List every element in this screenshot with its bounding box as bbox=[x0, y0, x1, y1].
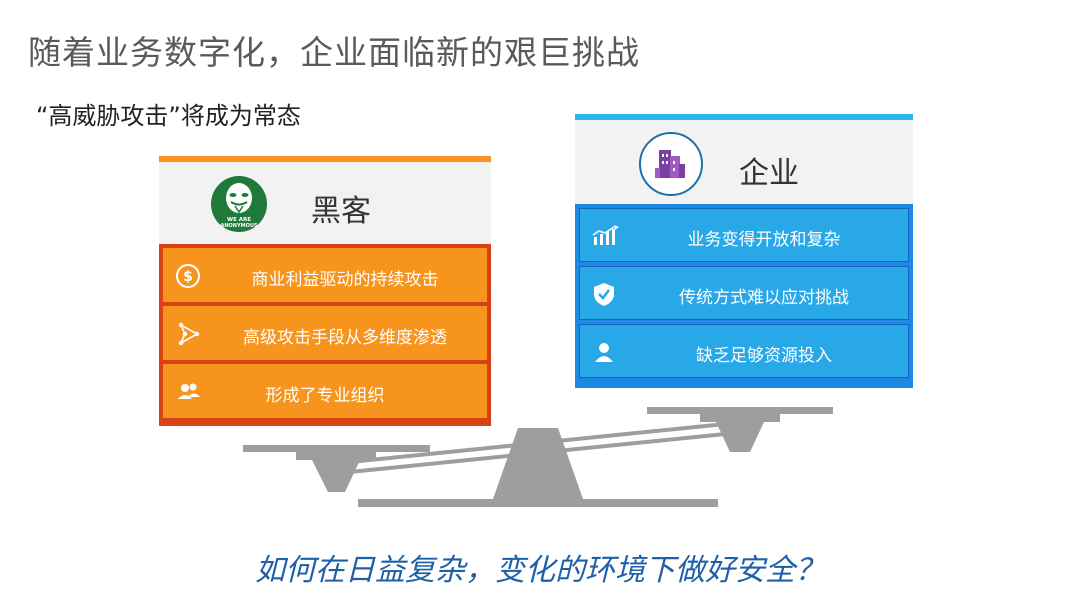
enterprise-item: 传统方式难以应对挑战 bbox=[579, 266, 909, 320]
enterprise-item-label: 传统方式难以应对挑战 bbox=[679, 288, 849, 308]
hacker-item-label: 高级攻击手段从多维度渗透 bbox=[243, 328, 447, 348]
enterprise-item-label: 业务变得开放和复杂 bbox=[687, 230, 841, 250]
hacker-item-label: 商业利益驱动的持续攻击 bbox=[251, 270, 439, 290]
enterprise-list: 业务变得开放和复杂 传统方式难以应对挑战 缺乏足够资源投入 bbox=[575, 204, 913, 388]
anonymous-mask-icon: WE ARE ANONYMOUS bbox=[211, 176, 267, 232]
right-pan-weight bbox=[716, 422, 764, 452]
hacker-title: 黑客 bbox=[311, 194, 371, 229]
hacker-item-label: 形成了专业组织 bbox=[265, 386, 385, 406]
left-pan-top bbox=[243, 445, 430, 452]
hacker-item: 形成了专业组织 bbox=[163, 364, 487, 418]
hacker-item: $ 商业利益驱动的持续攻击 bbox=[163, 248, 487, 302]
enterprise-title: 企业 bbox=[739, 156, 799, 191]
hacker-header: WE ARE ANONYMOUS 黑客 bbox=[159, 162, 491, 244]
left-pan-weight bbox=[312, 460, 360, 492]
person-icon bbox=[590, 339, 618, 365]
scale-base bbox=[358, 499, 718, 507]
shield-check-icon bbox=[590, 281, 618, 307]
question-text: 如何在日益复杂，变化的环境下做好安全？ bbox=[255, 553, 825, 588]
enterprise-item: 业务变得开放和复杂 bbox=[579, 208, 909, 262]
enterprise-item: 缺乏足够资源投入 bbox=[579, 324, 909, 378]
growth-chart-icon bbox=[590, 223, 619, 249]
left-pan-mid bbox=[296, 452, 376, 460]
buildings-icon bbox=[639, 132, 703, 196]
hacker-item: 高级攻击手段从多维度渗透 bbox=[163, 306, 487, 360]
right-pan-mid bbox=[700, 414, 780, 422]
hacker-panel: WE ARE ANONYMOUS 黑客 $ 商业利益驱动的持续攻击 高级攻击手段… bbox=[159, 156, 491, 426]
enterprise-panel: 企业 业务变得开放和复杂 传统方式难以应对挑战 缺乏足够资源投入 bbox=[575, 114, 913, 388]
enterprise-header: 企业 bbox=[575, 120, 913, 204]
right-pan-top bbox=[647, 407, 833, 414]
svg-text:ANONYMOUS: ANONYMOUS bbox=[221, 223, 258, 229]
hacker-list: $ 商业利益驱动的持续攻击 高级攻击手段从多维度渗透 形成了专业组织 bbox=[159, 244, 491, 426]
enterprise-item-label: 缺乏足够资源投入 bbox=[696, 346, 832, 366]
